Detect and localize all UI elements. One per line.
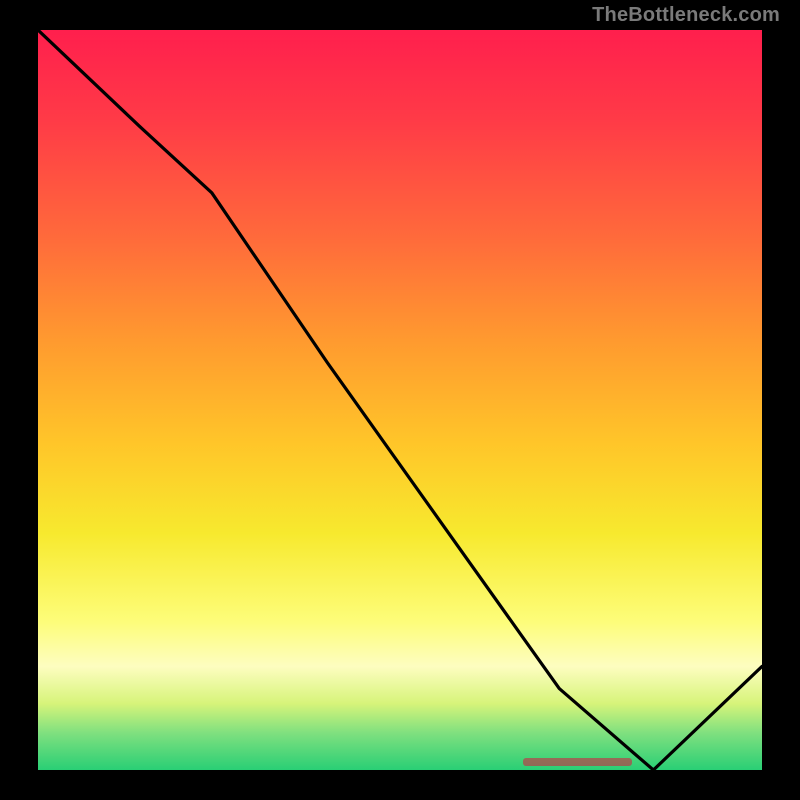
chart-frame: TheBottleneck.com [0,0,800,800]
watermark-text: TheBottleneck.com [592,4,780,27]
plot-area [38,30,762,770]
bottleneck-line [38,30,762,770]
optimal-range-marker [523,758,632,766]
